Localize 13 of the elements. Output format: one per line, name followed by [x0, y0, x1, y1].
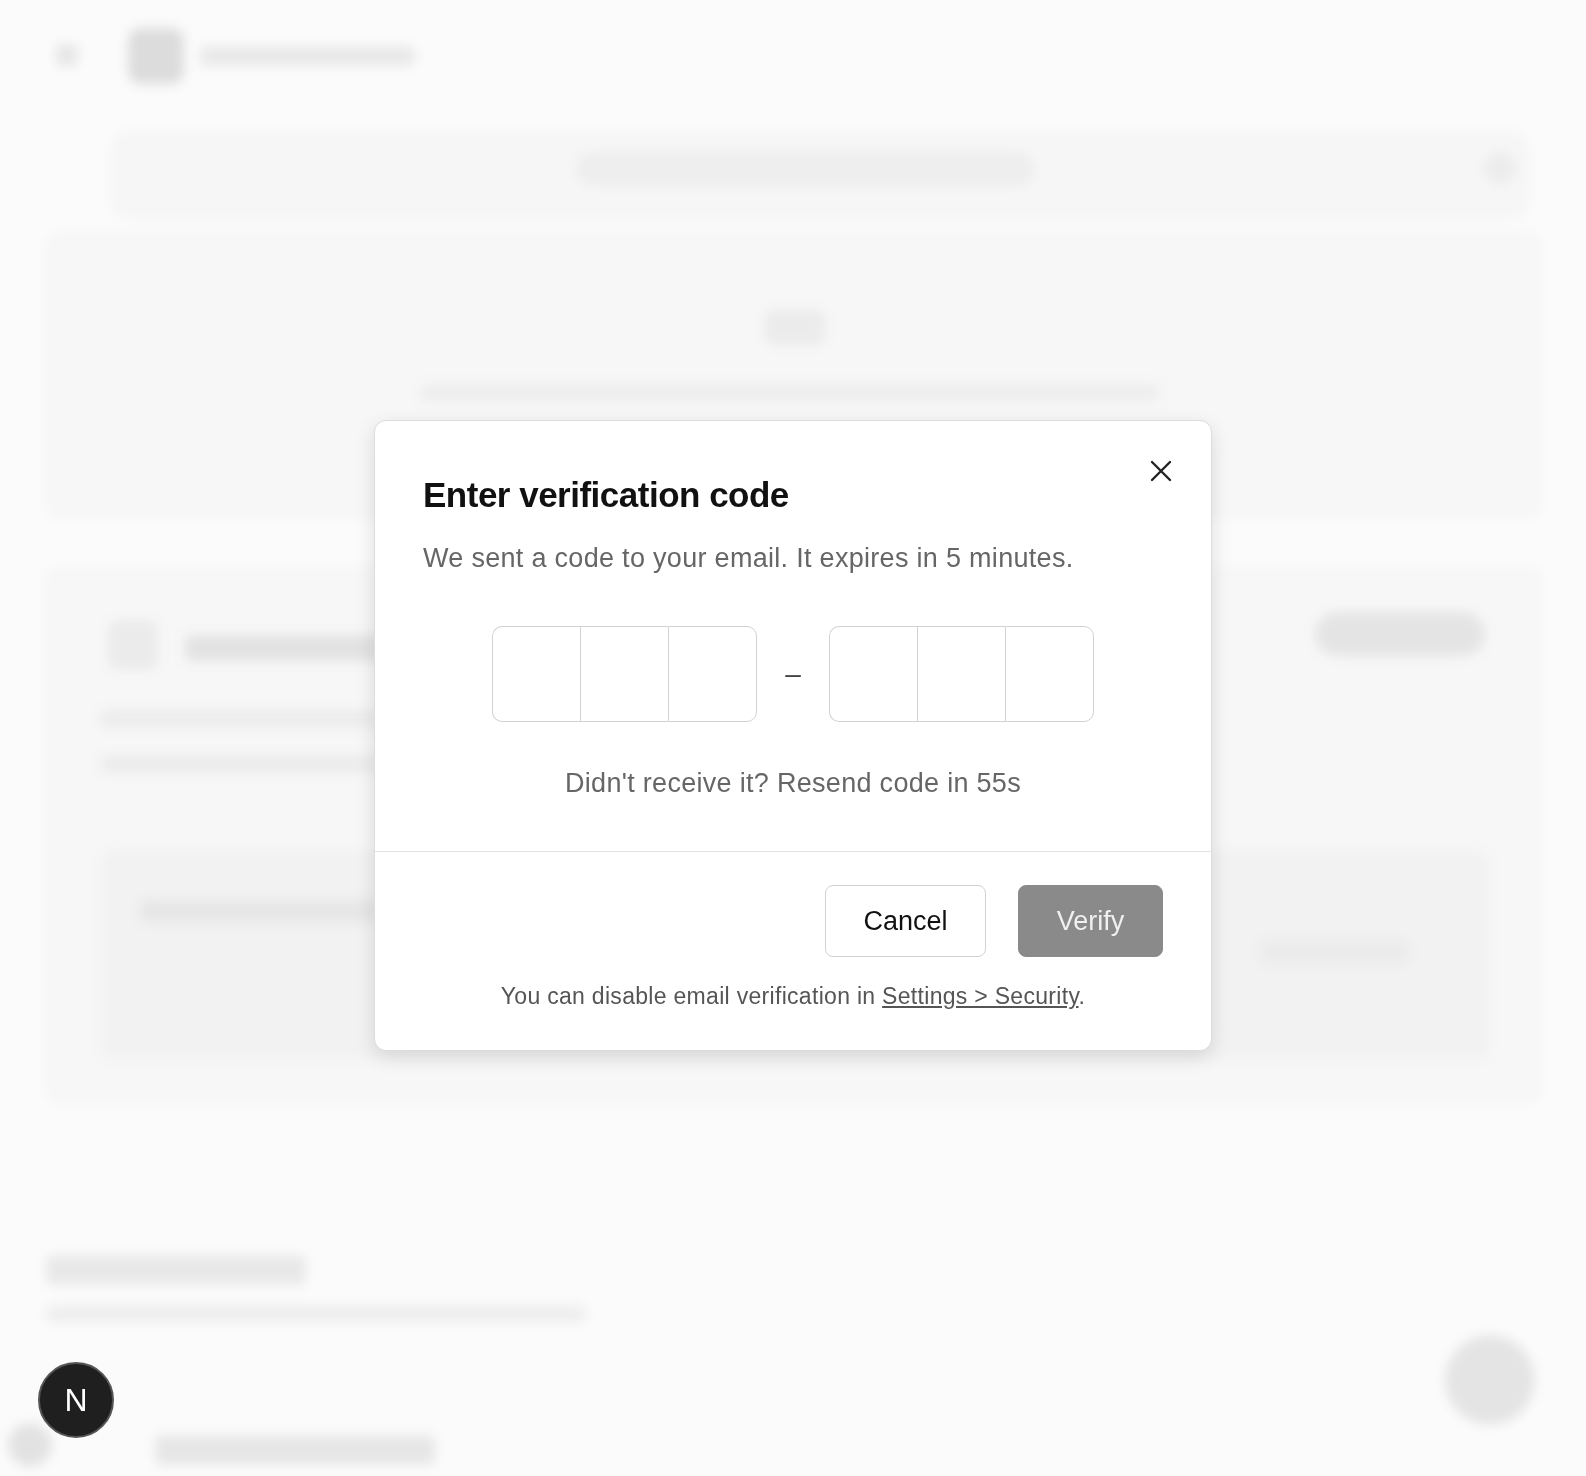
code-digit-field[interactable] [1004, 626, 1094, 722]
resend-text: Didn't receive it? Resend code in 55s [564, 768, 1022, 799]
dialog-description: We sent a code to your email. It expires in 5 minutes. [423, 543, 1075, 574]
dialog-title: Enter verification code [423, 475, 790, 515]
code-digit-field[interactable] [668, 626, 758, 722]
code-separator: – [785, 658, 801, 690]
footer-note: You can disable email verification in Settings > Security. [499, 983, 1087, 1010]
code-digit-field[interactable] [828, 626, 917, 722]
code-digit-field[interactable] [492, 626, 581, 722]
code-digit-field[interactable] [580, 626, 669, 722]
settings-link[interactable]: Settings > Security [882, 983, 1079, 1009]
code-digit-field[interactable] [916, 626, 1005, 722]
cancel-button[interactable]: Cancel [825, 885, 986, 957]
